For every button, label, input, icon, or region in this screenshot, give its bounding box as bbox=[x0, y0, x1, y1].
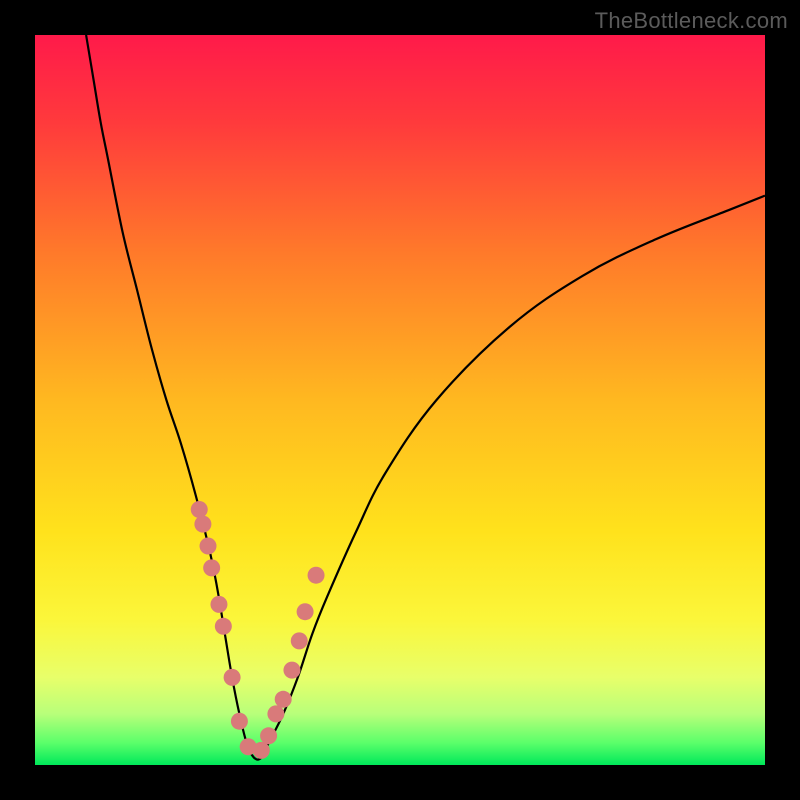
data-marker bbox=[291, 632, 308, 649]
data-markers bbox=[191, 501, 325, 759]
chart-container: TheBottleneck.com bbox=[0, 0, 800, 800]
plot-area bbox=[35, 35, 765, 765]
data-marker bbox=[231, 713, 248, 730]
data-marker bbox=[297, 603, 314, 620]
data-marker bbox=[200, 538, 217, 555]
data-marker bbox=[210, 596, 227, 613]
watermark-text: TheBottleneck.com bbox=[595, 8, 788, 34]
data-marker bbox=[308, 567, 325, 584]
data-marker bbox=[267, 705, 284, 722]
data-marker bbox=[253, 742, 270, 759]
data-marker bbox=[203, 559, 220, 576]
data-marker bbox=[215, 618, 232, 635]
bottleneck-curve bbox=[86, 35, 765, 760]
data-marker bbox=[260, 727, 277, 744]
curve-overlay bbox=[35, 35, 765, 765]
data-marker bbox=[191, 501, 208, 518]
data-marker bbox=[275, 691, 292, 708]
data-marker bbox=[194, 516, 211, 533]
data-marker bbox=[224, 669, 241, 686]
data-marker bbox=[283, 662, 300, 679]
